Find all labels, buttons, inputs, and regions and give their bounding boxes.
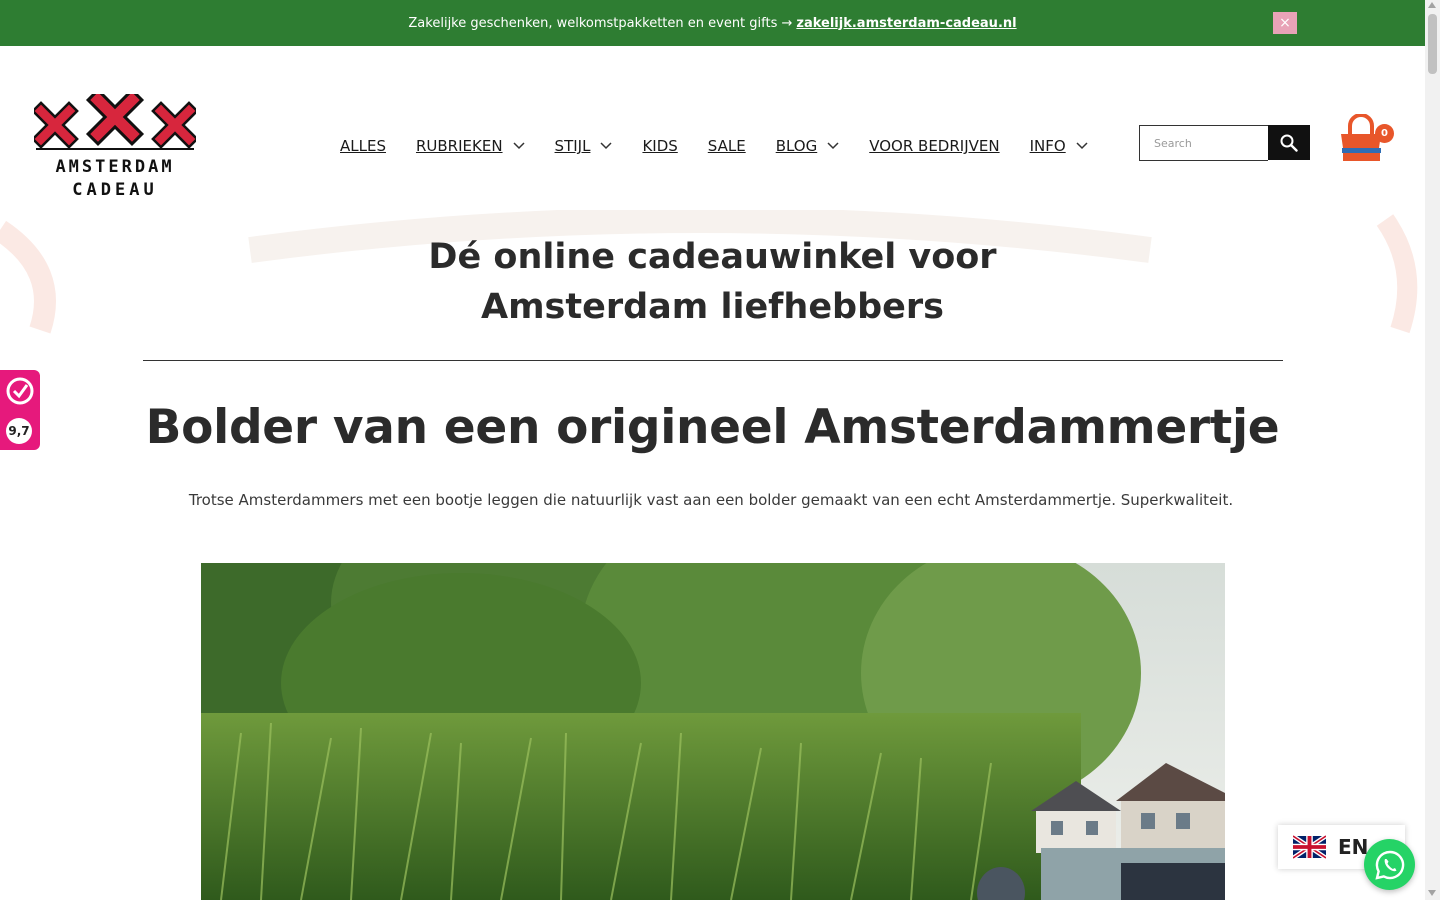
nav-item-stijl[interactable]: STIJL — [555, 137, 613, 155]
search-button[interactable] — [1268, 125, 1310, 160]
nav-item-voor-bedrijven[interactable]: VOOR BEDRIJVEN — [869, 137, 999, 155]
section-divider — [143, 360, 1283, 361]
nav-item-label: RUBRIEKEN — [415, 137, 503, 155]
nav-item-info[interactable]: INFO — [1030, 137, 1088, 155]
logo-text-cadeau: CADEAU — [72, 180, 157, 200]
promo-text: Zakelijke geschenken, welkomstpakketten … — [408, 15, 793, 31]
intro-text: Trotse Amsterdammers met een bootje legg… — [188, 491, 1234, 509]
tagline: Dé online cadeauwinkel voor Amsterdam li… — [0, 232, 1425, 332]
uk-flag-icon — [1293, 835, 1326, 859]
nav-item-label: ALLES — [340, 137, 386, 155]
hero-image — [201, 563, 1225, 900]
chevron-down-icon — [1076, 142, 1088, 150]
nav-item-alles[interactable]: ALLES — [340, 137, 386, 155]
nav-item-label: VOOR BEDRIJVEN — [869, 137, 1000, 155]
nav-item-rubrieken[interactable]: RUBRIEKEN — [416, 137, 525, 155]
promo-link[interactable]: zakelijk.amsterdam-cadeau.nl — [796, 16, 1016, 31]
chevron-down-icon — [600, 142, 612, 150]
logo-x-marks — [34, 94, 196, 149]
chevron-down-icon — [827, 142, 839, 150]
review-badge[interactable]: 9,7 — [0, 370, 40, 450]
review-score: 9,7 — [6, 418, 32, 444]
nav-item-sale[interactable]: SALE — [708, 137, 746, 155]
scroll-down-arrow-icon[interactable] — [1428, 890, 1436, 896]
kiyoh-icon — [6, 377, 34, 405]
nav-item-label: KIDS — [642, 137, 678, 155]
scrollbar-thumb[interactable] — [1428, 14, 1437, 74]
nav-item-label: SALE — [707, 137, 746, 155]
main-navigation: ALLES RUBRIEKEN STIJL KIDS SALE BLOG VOO… — [340, 137, 1118, 155]
language-code: EN — [1338, 835, 1369, 859]
page-scrollbar[interactable] — [1425, 0, 1440, 900]
scroll-up-arrow-icon[interactable] — [1428, 2, 1436, 8]
cart-count-badge: 0 — [1375, 124, 1394, 143]
cart-button[interactable]: 0 — [1337, 113, 1397, 166]
close-icon[interactable]: × — [1273, 12, 1297, 34]
chevron-down-icon — [513, 142, 525, 150]
nav-item-label: BLOG — [775, 137, 818, 155]
site-logo[interactable]: AMSTERDAM CADEAU — [34, 94, 196, 200]
nav-item-label: STIJL — [554, 137, 591, 155]
nav-item-blog[interactable]: BLOG — [776, 137, 840, 155]
nav-item-label: INFO — [1029, 137, 1066, 155]
whatsapp-button[interactable] — [1364, 839, 1415, 890]
whatsapp-icon — [1374, 850, 1404, 880]
logo-text-amsterdam: AMSTERDAM — [55, 157, 174, 177]
tagline-line-1: Dé online cadeauwinkel voor — [428, 237, 997, 277]
search-input[interactable] — [1139, 125, 1268, 161]
tagline-line-2: Amsterdam liefhebbers — [481, 287, 944, 327]
page-title: Bolder van een origineel Amsterdammertje — [145, 400, 1280, 455]
search-icon — [1280, 134, 1298, 152]
promo-bar: Zakelijke geschenken, welkomstpakketten … — [0, 0, 1425, 46]
nav-item-kids[interactable]: KIDS — [642, 137, 677, 155]
search-form — [1139, 125, 1310, 161]
